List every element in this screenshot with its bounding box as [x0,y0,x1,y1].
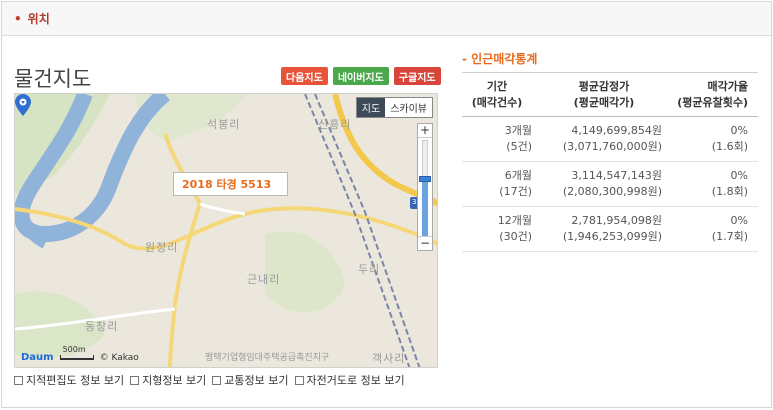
naver-map-button[interactable]: 네이버지도 [332,67,389,85]
cell-period: 12개월 (30건) [462,213,546,245]
header-period-label: 기간 [486,79,508,93]
option-traffic[interactable]: 교통정보 보기 [212,372,289,388]
sale-value: (2,080,300,998원) [562,185,662,198]
count-value: (17건) [499,185,532,198]
option-bicycle[interactable]: 자전거도로 정보 보기 [294,372,405,388]
fails-value: (1.6회) [711,140,748,153]
place-label: 근내리 [247,273,281,286]
header-appraisal-sub: (평균매각가) [573,95,635,109]
zoom-fill [422,182,428,236]
section-title: 위치 [27,12,50,26]
option-label: 지적편집도 정보 보기 [26,374,125,387]
count-value: (5건) [506,140,532,153]
place-label: 동창리 [85,320,119,333]
option-label: 교통정보 보기 [224,374,289,387]
count-value: (30건) [499,230,532,243]
option-terrain[interactable]: 지형정보 보기 [130,372,206,388]
ratio-value: 0% [730,124,748,137]
appraisal-value: 2,781,954,098원 [571,214,662,227]
cell-appraisal: 3,114,547,143원 (2,080,300,998원) [546,168,666,200]
map-type-skyview-button[interactable]: 스카이뷰 [385,98,432,117]
period-value: 12개월 [497,214,532,227]
appraisal-value: 3,114,547,143원 [571,169,662,182]
ratio-value: 0% [730,214,748,227]
zoom-in-button[interactable]: + [418,124,432,138]
map-background [15,94,437,367]
zoom-control: + − [417,123,433,251]
checkbox[interactable] [130,375,140,385]
checkbox[interactable] [14,375,23,385]
period-value: 6개월 [504,169,532,182]
map-view[interactable]: 석봉리 신흥리 원정리 근내리 두리 동창리 평택기업형임대주택공급촉진지구 객… [14,93,438,368]
sale-value: (1,946,253,099원) [562,230,662,243]
location-pin-icon[interactable] [15,94,31,116]
table-row: 6개월 (17건) 3,114,547,143원 (2,080,300,998원… [462,162,758,207]
scale-distance: 500m [62,345,86,354]
ratio-value: 0% [730,169,748,182]
zoom-out-button[interactable]: − [418,236,432,250]
cell-period: 6개월 (17건) [462,168,546,200]
stats-title: - 인근매각통계 [462,52,538,66]
stats-header-row: 기간 (매각건수) 평균감정가 (평균매각가) 매각가율 (평균유찰횟수) [462,73,758,117]
section-bullet: • [14,11,22,26]
appraisal-value: 4,149,699,854원 [571,124,662,137]
place-label: 평택기업형임대주택공급촉진지구 [205,353,330,363]
scale-bar: 500m [59,345,94,360]
cell-period: 3개월 (5건) [462,123,546,155]
place-label: 두리 [358,263,381,276]
checkbox[interactable] [212,375,222,385]
map-type-map-button[interactable]: 지도 [356,98,386,117]
header-period: 기간 (매각건수) [462,79,546,111]
map-type-toggle: 지도 스카이뷰 [355,97,433,118]
place-label: 석봉리 [207,118,241,131]
header-period-sub: (매각건수) [471,95,523,109]
zoom-slider-handle[interactable] [419,176,431,182]
google-map-button[interactable]: 구글지도 [393,67,441,85]
cell-ratio: 0% (1.6회) [666,123,758,155]
place-label: 신흥리 [318,118,352,131]
checkbox[interactable] [294,375,304,385]
case-number-label: 2018 타경 5513 [173,172,288,196]
header-ratio-label: 매각가율 [707,79,748,93]
fails-value: (1.8회) [711,185,748,198]
map-provider-buttons: 다음지도 네이버지도 구글지도 [281,67,441,85]
map-title: 물건지도 [14,67,92,91]
daum-logo: Daum [21,352,54,363]
header-ratio: 매각가율 (평균유찰횟수) [666,79,758,111]
daum-map-button[interactable]: 다음지도 [281,67,328,85]
option-cadastral[interactable]: 지적편집도 정보 보기 [14,372,124,388]
fails-value: (1.7회) [711,230,748,243]
option-label: 자전거도로 정보 보기 [306,374,405,387]
section-header: • 위치 [2,2,771,36]
table-row: 12개월 (30건) 2,781,954,098원 (1,946,253,099… [462,207,758,252]
cell-appraisal: 2,781,954,098원 (1,946,253,099원) [546,213,666,245]
option-label: 지형정보 보기 [142,374,207,387]
map-copyright: © Kakao [99,352,139,363]
table-row: 3개월 (5건) 4,149,699,854원 (3,071,760,000원)… [462,117,758,162]
header-appraisal-label: 평균감정가 [578,79,630,93]
period-value: 3개월 [504,124,532,137]
map-scale: Daum 500m © Kakao [21,345,139,363]
cell-ratio: 0% (1.7회) [666,213,758,245]
stats-table: 기간 (매각건수) 평균감정가 (평균매각가) 매각가율 (평균유찰횟수) 3개… [462,72,758,252]
cell-ratio: 0% (1.8회) [666,168,758,200]
header-ratio-sub: (평균유찰횟수) [677,95,748,109]
place-label: 객사리 [372,352,406,365]
header-appraisal: 평균감정가 (평균매각가) [546,79,666,111]
map-options: 지적편집도 정보 보기 지형정보 보기 교통정보 보기 자전거도로 정보 보기 [14,372,405,388]
sale-value: (3,071,760,000원) [562,140,662,153]
place-label: 원정리 [145,241,179,254]
cell-appraisal: 4,149,699,854원 (3,071,760,000원) [546,123,666,155]
